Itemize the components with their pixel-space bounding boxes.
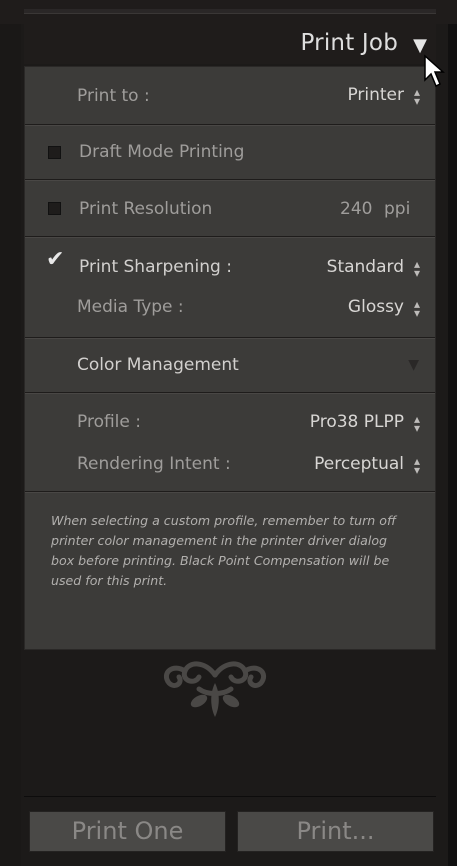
color-management-note: When selecting a custom profile, remembe… xyxy=(51,513,397,588)
scroll-track xyxy=(24,9,436,14)
ornament-icon xyxy=(163,661,267,717)
profile-label: Profile : xyxy=(77,412,141,432)
updown-arrows-icon[interactable]: ▴ ▾ xyxy=(414,86,420,107)
footer-divider xyxy=(24,796,436,797)
color-management-title: Color Management xyxy=(77,355,239,375)
updown-arrows-icon[interactable]: ▴ ▾ xyxy=(414,298,420,319)
color-management-header[interactable]: Color Management ▼ xyxy=(25,338,435,393)
print-one-button[interactable]: Print One xyxy=(29,811,226,852)
resolution-value[interactable]: 240 xyxy=(340,199,372,219)
print-to-select[interactable]: Printer xyxy=(347,85,404,105)
print-to-label: Print to : xyxy=(77,86,150,106)
panel-title: Print Job xyxy=(300,30,398,56)
right-edge xyxy=(448,0,457,866)
checkmark-icon[interactable]: ✔ xyxy=(46,247,64,272)
sharpening-label: Print Sharpening : xyxy=(79,257,232,277)
triangle-down-icon[interactable]: ▼ xyxy=(408,357,419,373)
draft-mode-label: Draft Mode Printing xyxy=(79,142,245,162)
sharpening-select[interactable]: Standard xyxy=(327,257,404,277)
profile-select[interactable]: Pro38 PLPP xyxy=(310,412,404,432)
media-type-label: Media Type : xyxy=(77,297,184,317)
resolution-section: Print Resolution 240 ppi xyxy=(25,180,435,237)
profile-section: Profile : Pro38 PLPP ▴ ▾ Rendering Intent… xyxy=(25,393,435,492)
rendering-intent-label: Rendering Intent : xyxy=(77,454,231,474)
print-button[interactable]: Print... xyxy=(237,811,434,852)
resolution-unit: ppi xyxy=(384,199,411,219)
top-strip xyxy=(0,0,457,24)
triangle-down-icon[interactable]: ▼ xyxy=(413,35,427,56)
print-to-section: Print to : Printer ▴ ▾ xyxy=(25,67,435,125)
media-type-select[interactable]: Glossy xyxy=(348,297,404,317)
updown-arrows-icon[interactable]: ▴ ▾ xyxy=(414,413,420,434)
rendering-intent-select[interactable]: Perceptual xyxy=(314,454,404,474)
panel-header[interactable]: Print Job ▼ xyxy=(24,24,436,64)
resolution-label: Print Resolution xyxy=(79,199,213,219)
resolution-checkbox[interactable] xyxy=(48,202,61,215)
mouse-cursor-icon xyxy=(424,54,445,88)
updown-arrows-icon[interactable]: ▴ ▾ xyxy=(414,455,420,476)
draft-mode-section: Draft Mode Printing xyxy=(25,125,435,180)
draft-mode-checkbox[interactable] xyxy=(48,146,61,159)
left-edge xyxy=(0,0,21,866)
updown-arrows-icon[interactable]: ▴ ▾ xyxy=(414,258,420,279)
sharpening-section: ✔ Print Sharpening : Standard ▴ ▾ Media T… xyxy=(25,237,435,338)
